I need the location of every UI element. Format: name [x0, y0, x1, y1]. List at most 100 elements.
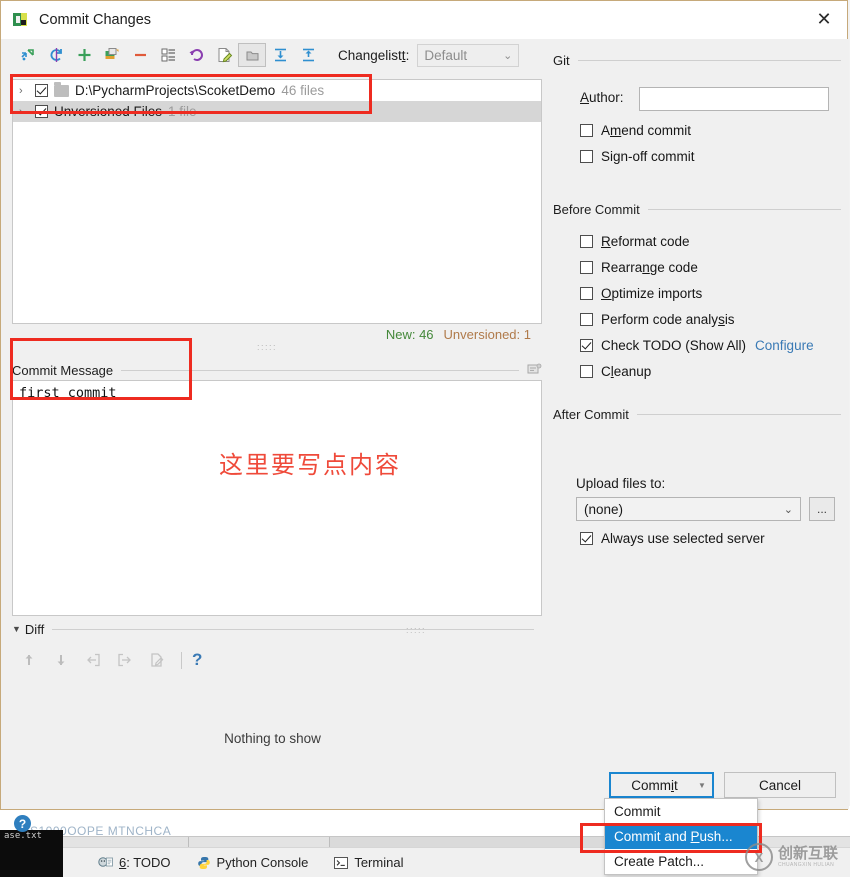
- count-new: New: 46: [385, 327, 434, 342]
- label-post: ptimize imports: [611, 286, 703, 301]
- rearrange-code-checkbox[interactable]: Rearrange code: [580, 260, 698, 275]
- checkbox-box[interactable]: [580, 532, 593, 545]
- tool-window-todo-label: 6: TODO: [119, 855, 171, 870]
- cancel-button[interactable]: Cancel: [724, 772, 836, 798]
- accept-right-icon[interactable]: [111, 647, 139, 673]
- checkbox-box[interactable]: [580, 261, 593, 274]
- checkbox-box[interactable]: [580, 313, 593, 326]
- reformat-code-checkbox[interactable]: Reformat code: [580, 234, 690, 249]
- commit-label-pre: Comm: [631, 777, 671, 793]
- previous-difference-icon[interactable]: [15, 647, 43, 673]
- row-checkbox[interactable]: [35, 84, 48, 97]
- ide-file-label: ase.txt: [4, 831, 42, 841]
- terminal-icon: [334, 856, 349, 869]
- row-checkbox[interactable]: [35, 105, 48, 118]
- menu-item-commit-and-push[interactable]: Commit and Push...: [605, 824, 757, 849]
- delete-changelist-icon[interactable]: [126, 42, 154, 68]
- tool-window-terminal[interactable]: Terminal: [334, 855, 403, 870]
- move-to-changelist-icon[interactable]: [98, 42, 126, 68]
- diff-header: ▼ Diff: [12, 620, 542, 638]
- checkbox-box[interactable]: [580, 124, 593, 137]
- author-label-mnemonic: A: [580, 90, 590, 105]
- optimize-imports-checkbox[interactable]: Optimize imports: [580, 286, 702, 301]
- commit-button[interactable]: Commit ▼: [609, 772, 714, 798]
- commit-message-input[interactable]: first commit: [12, 380, 542, 616]
- divider: [577, 60, 841, 61]
- menu-item-create-patch-label: Create Patch...: [614, 854, 705, 869]
- show-diff-icon[interactable]: [14, 42, 42, 68]
- check-todo-checkbox[interactable]: Check TODO (Show All) Configure: [580, 338, 814, 353]
- configure-link[interactable]: Configure: [755, 338, 814, 353]
- amend-commit-checkbox[interactable]: Amend commit: [580, 123, 691, 138]
- menu-item-create-patch[interactable]: Create Patch...: [605, 849, 757, 874]
- accept-left-icon[interactable]: [79, 647, 107, 673]
- left-pane: Changelistt: Default ⌄ › D:\PycharmProje…: [1, 39, 544, 832]
- refresh-icon[interactable]: [42, 42, 70, 68]
- changelist-label-pre: Changelist: [338, 47, 402, 63]
- message-history-icon[interactable]: [527, 363, 542, 377]
- always-use-selected-server-checkbox[interactable]: Always use selected server: [580, 531, 765, 546]
- changelist-dropdown[interactable]: Default ⌄: [417, 43, 520, 67]
- caret-down-icon[interactable]: ▼: [12, 624, 21, 634]
- watermark-logo-icon: X: [745, 843, 773, 871]
- perform-code-analysis-checkbox[interactable]: Perform code analysis: [580, 312, 735, 327]
- rollback-icon[interactable]: [182, 42, 210, 68]
- label-mnemonic: P: [690, 829, 700, 844]
- sign-off-commit-label: Sign-off commit: [601, 149, 695, 164]
- tool-window-todo[interactable]: 6: TODO: [98, 855, 171, 870]
- chevron-right-icon[interactable]: ›: [19, 85, 35, 97]
- browse-servers-button[interactable]: ...: [809, 497, 835, 521]
- collapse-all-icon[interactable]: [294, 42, 322, 68]
- edit-diff-icon[interactable]: [143, 647, 171, 673]
- cleanup-checkbox[interactable]: Cleanup: [580, 364, 651, 379]
- checkbox-box[interactable]: [580, 235, 593, 248]
- divider: [636, 414, 841, 415]
- check-todo-label: Check TODO (Show All): [601, 338, 747, 353]
- tool-window-python-console-label: Python Console: [216, 855, 309, 870]
- help-icon[interactable]: ?: [14, 815, 31, 832]
- table-row[interactable]: › D:\PycharmProjects\ScoketDemo 46 files: [13, 80, 541, 101]
- table-row[interactable]: › Unversioned Files 1 file: [13, 101, 541, 122]
- sign-off-commit-checkbox[interactable]: Sign-off commit: [580, 149, 695, 164]
- group-by-directory-icon[interactable]: [238, 43, 266, 67]
- splitter-handle[interactable]: :::::: [257, 342, 297, 352]
- after-commit-group-header: After Commit: [553, 407, 841, 422]
- checkbox-box[interactable]: [580, 339, 593, 352]
- tool-window-todo-text: : TODO: [126, 855, 171, 870]
- commit-changes-dialog: Commit Changes ✕ Changelistt: Default ⌄ …: [0, 0, 849, 832]
- page-title: Commit Changes: [39, 12, 152, 28]
- help-icon[interactable]: ?: [192, 650, 202, 670]
- cleanup-label: Cleanup: [601, 364, 651, 379]
- menu-item-commit[interactable]: Commit: [605, 799, 757, 824]
- chevron-down-icon[interactable]: ▼: [692, 781, 712, 790]
- author-label: Author:: [580, 90, 624, 105]
- close-icon[interactable]: ✕: [801, 1, 847, 38]
- tool-window-python-console[interactable]: Python Console: [197, 855, 309, 870]
- label-post: n-off commit: [620, 149, 695, 164]
- commit-message-header: Commit Message: [12, 361, 542, 379]
- add-changelist-icon[interactable]: [70, 42, 98, 68]
- diff-toolbar: ?: [15, 647, 202, 673]
- chevron-right-icon[interactable]: ›: [19, 106, 35, 118]
- label-mnemonic: g: [613, 149, 621, 164]
- upload-server-dropdown[interactable]: (none) ⌄: [576, 497, 801, 521]
- tree-row-label: Unversioned Files: [54, 104, 163, 119]
- checkbox-box[interactable]: [580, 150, 593, 163]
- divider: [121, 369, 519, 371]
- upload-files-label: Upload files to:: [576, 476, 666, 491]
- divider: [647, 209, 841, 210]
- splitter-handle[interactable]: :::::: [406, 625, 426, 635]
- label-post: eanup: [613, 364, 652, 379]
- next-difference-icon[interactable]: [47, 647, 75, 673]
- author-field[interactable]: [639, 87, 829, 111]
- checkbox-box[interactable]: [580, 365, 593, 378]
- label-pre: C: [601, 364, 611, 379]
- edit-source-icon[interactable]: [210, 42, 238, 68]
- expand-all-icon[interactable]: [266, 42, 294, 68]
- dialog-title-bar: Commit Changes ✕: [1, 1, 847, 39]
- set-active-changelist-icon[interactable]: [154, 42, 182, 68]
- commit-message-label: Commit Message: [12, 362, 114, 378]
- changelist-label: Changelistt:: [338, 48, 409, 63]
- checkbox-box[interactable]: [580, 287, 593, 300]
- changes-tree[interactable]: › D:\PycharmProjects\ScoketDemo 46 files…: [12, 79, 542, 324]
